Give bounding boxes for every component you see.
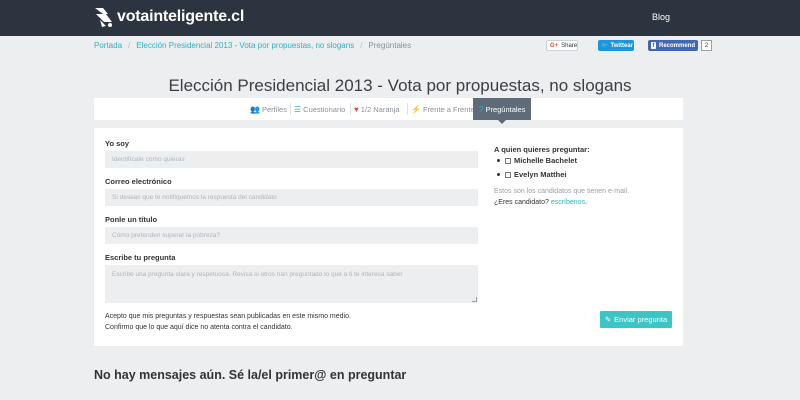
email-label: Correo electrónico xyxy=(105,177,172,186)
facebook-label: Recommend xyxy=(658,42,695,49)
users-icon: 👥 xyxy=(250,104,260,114)
candidate-prompt: ¿Eres candidato? xyxy=(494,199,549,206)
bullet-icon xyxy=(497,173,500,176)
breadcrumb-separator: / xyxy=(128,41,131,50)
email-field[interactable]: Si deseas que te notifiquemos la respues… xyxy=(105,189,478,206)
title-input[interactable]: Cómo pretenden superar la pobreza? xyxy=(105,227,478,244)
top-navbar: votainteligente.cl Blog xyxy=(0,0,800,36)
tab-cuestionario[interactable]: ☰ Cuestionario xyxy=(294,98,345,120)
candidate-name: Michelle Bachelet xyxy=(514,156,577,165)
tab-label: Cuestionario xyxy=(303,104,346,114)
question-placeholder: Escribe una pregunta clara y respetuosa.… xyxy=(112,271,403,278)
send-question-button[interactable]: ✎ Enviar pregunta xyxy=(600,311,672,328)
candidate-item[interactable]: Michelle Bachelet xyxy=(497,156,577,165)
tab-divider xyxy=(350,103,351,115)
breadcrumb: Portada / Elección Presidencial 2013 - V… xyxy=(94,41,411,50)
send-question-label: Enviar pregunta xyxy=(614,315,668,324)
tab-bar: 👥 Perfiles ☰ Cuestionario ♥ 1/2 Naranja … xyxy=(94,98,683,124)
candidate-checkbox[interactable] xyxy=(505,171,511,178)
question-icon: ? xyxy=(479,104,484,114)
site-logo[interactable]: votainteligente.cl xyxy=(94,6,244,28)
candidate-item[interactable]: Evelyn Matthei xyxy=(497,170,567,179)
facebook-icon: f xyxy=(651,42,656,49)
contact-link[interactable]: escríbenos xyxy=(551,199,585,206)
name-input[interactable]: Identifícate como quieras xyxy=(105,151,478,168)
twitter-button[interactable]: 🐦 Twittear xyxy=(598,40,634,51)
tab-label: 1/2 Naranja xyxy=(360,104,400,114)
title-label: Ponle un título xyxy=(105,215,158,224)
bullet-icon xyxy=(497,159,500,162)
list-icon: ☰ xyxy=(294,104,302,114)
question-label: Escribe tu pregunta xyxy=(105,253,176,262)
tab-label: Pregúntales xyxy=(485,104,526,114)
tab-media-naranja[interactable]: ♥ 1/2 Naranja xyxy=(354,98,400,120)
question-textarea[interactable]: Escribe una pregunta clara y respetuosa.… xyxy=(105,265,478,303)
question-form-panel: Yo soy Identifícate como quieras Correo … xyxy=(94,128,683,346)
no-messages-heading: No hay mensajes aún. Sé la/el primer@ en… xyxy=(94,368,407,382)
breadcrumb-home[interactable]: Portada xyxy=(94,41,122,50)
candidate-name: Evelyn Matthei xyxy=(514,170,567,179)
tab-divider xyxy=(407,103,408,115)
logo-icon xyxy=(94,6,114,28)
tab-label: Perfiles xyxy=(261,104,287,114)
resize-handle-icon[interactable] xyxy=(472,297,477,302)
bolt-icon: ⚡ xyxy=(411,104,421,114)
candidates-title: A quien quieres preguntar: xyxy=(494,145,590,154)
facebook-count: 2 xyxy=(701,40,712,51)
google-share-button[interactable]: G+ Share xyxy=(546,40,578,51)
candidate-contact: ¿Eres candidato? escríbenos. xyxy=(494,199,587,206)
twitter-label: Twittear xyxy=(610,42,634,49)
twitter-icon: 🐦 xyxy=(601,43,609,49)
tab-perfiles[interactable]: 👥 Perfiles xyxy=(250,98,287,120)
google-share-label: Share xyxy=(561,42,578,49)
tab-frente-a-frente[interactable]: ⚡ Frente a Frente xyxy=(411,98,475,120)
tab-divider xyxy=(290,103,291,115)
breadcrumb-separator: / xyxy=(360,41,363,50)
tab-preguntales[interactable]: ? Pregúntales xyxy=(473,98,532,124)
yo-soy-label: Yo soy xyxy=(105,139,130,148)
candidate-checkbox[interactable] xyxy=(505,157,511,164)
period-text: . xyxy=(585,199,588,206)
logo-text: votainteligente.cl xyxy=(117,8,245,25)
candidates-note: Estos son los candidatos que tienen e-ma… xyxy=(494,188,630,195)
facebook-recommend-button[interactable]: f Recommend xyxy=(648,40,698,51)
heart-icon: ♥ xyxy=(354,104,359,114)
edit-icon: ✎ xyxy=(604,315,612,324)
terms-line-2: Confirmo que lo que aquí dice no atenta … xyxy=(105,324,293,331)
nav-blog-link[interactable]: Blog xyxy=(652,12,670,22)
breadcrumb-current: Pregúntales xyxy=(368,41,412,50)
terms-text: Acepto que mis preguntas y respuestas se… xyxy=(105,311,351,333)
tab-label: Frente a Frente xyxy=(422,104,475,114)
page-title: Elección Presidencial 2013 - Vota por pr… xyxy=(168,76,632,95)
breadcrumb-election[interactable]: Elección Presidencial 2013 - Vota por pr… xyxy=(136,41,354,50)
terms-line-1: Acepto que mis preguntas y respuestas se… xyxy=(105,313,351,320)
google-plus-icon: G+ xyxy=(550,42,559,49)
